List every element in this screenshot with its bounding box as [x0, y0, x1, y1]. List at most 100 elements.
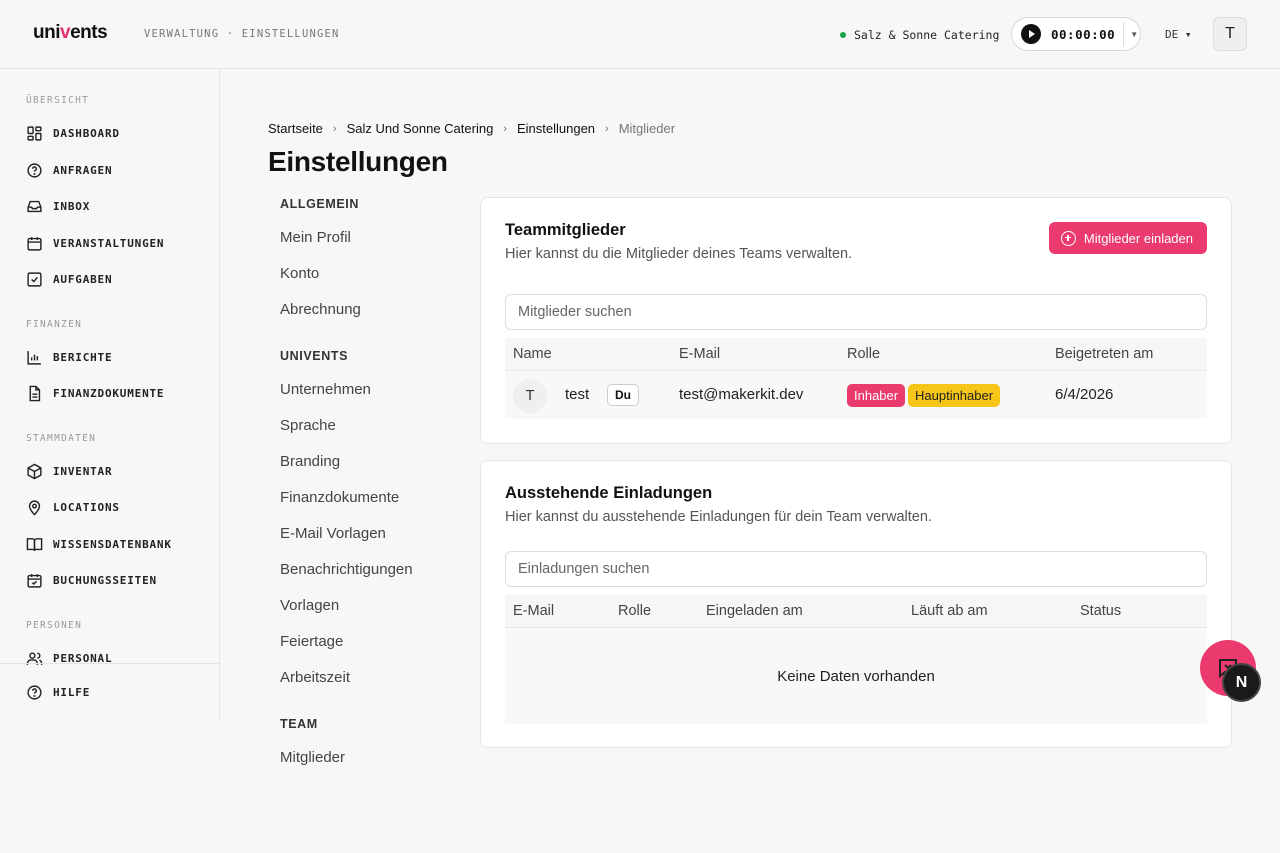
sidebar-section-finance: FINANZEN — [26, 319, 83, 330]
sidebar-item-dashboard[interactable]: DASHBOARD — [26, 122, 120, 144]
sidebar-item-wissensdatenbank[interactable]: WISSENSDATENBANK — [26, 533, 172, 555]
sidebar-item-inventar[interactable]: INVENTAR — [26, 460, 112, 482]
settings-nav-item-templates[interactable]: Vorlagen — [280, 597, 339, 614]
company-name: Salz & Sonne Catering — [854, 28, 1000, 42]
role-badge-owner: Inhaber — [847, 384, 906, 407]
settings-nav-item-email-templates[interactable]: E-Mail Vorlagen — [280, 525, 386, 542]
sidebar-section-people: PERSONEN — [26, 620, 83, 631]
settings-nav-item-notifications[interactable]: Benachrichtigungen — [280, 561, 413, 578]
invitations-card-description: Hier kannst du ausstehende Einladungen f… — [505, 509, 932, 525]
play-icon[interactable] — [1021, 24, 1041, 44]
settings-nav-item-language[interactable]: Sprache — [280, 417, 336, 434]
column-header-name[interactable]: Name — [513, 346, 552, 362]
members-card-title: Teammitglieder — [505, 221, 626, 239]
invite-members-label: Mitglieder einladen — [1083, 230, 1193, 246]
sidebar-item-locations[interactable]: LOCATIONS — [26, 496, 120, 518]
breadcrumb-item[interactable]: Startseite — [268, 121, 323, 136]
top-breadcrumb: VERWALTUNG · EINSTELLUNGEN — [144, 28, 340, 40]
column-header-role[interactable]: Rolle — [847, 346, 880, 362]
sidebar-item-aufgaben[interactable]: AUFGABEN — [26, 268, 112, 290]
sidebar-item-hilfe[interactable]: HILFE — [26, 681, 90, 703]
member-email: test@makerkit.dev — [679, 386, 804, 403]
bar-chart-icon — [27, 350, 41, 365]
breadcrumb-item[interactable]: Einstellungen — [517, 121, 595, 136]
settings-nav-item-finance-docs[interactable]: Finanzdokumente — [280, 489, 399, 506]
sidebar-item-label: ANFRAGEN — [53, 163, 113, 177]
calendar-check-icon — [27, 573, 42, 588]
column-header-invited[interactable]: Eingeladen am — [706, 603, 803, 619]
settings-nav-item-members[interactable]: Mitglieder — [280, 749, 345, 766]
invitations-table: E-Mail Rolle Eingeladen am Läuft ab am S… — [505, 595, 1207, 724]
sidebar-item-label: LOCATIONS — [53, 500, 120, 514]
top-bar: univents VERWALTUNG · EINSTELLUNGEN Salz… — [0, 0, 1280, 69]
page-title: Einstellungen — [268, 146, 448, 177]
sidebar-section-masterdata: STAMMDATEN — [26, 433, 97, 444]
breadcrumb-item[interactable]: Salz Und Sonne Catering — [347, 121, 494, 136]
book-icon — [26, 537, 43, 551]
time-tracker: 00:00:00 ▼ — [1011, 17, 1141, 51]
invitations-search-input[interactable] — [505, 551, 1207, 587]
sidebar-item-veranstaltungen[interactable]: VERANSTALTUNGEN — [26, 232, 164, 254]
sidebar-item-label: FINANZDOKUMENTE — [53, 386, 165, 400]
settings-nav-heading-general: ALLGEMEIN — [280, 197, 360, 211]
settings-nav-item-branding[interactable]: Branding — [280, 453, 340, 470]
help-circle-icon — [27, 162, 42, 178]
sidebar-item-finanzdokumente[interactable]: FINANZDOKUMENTE — [26, 382, 164, 404]
members-table: Name E-Mail Rolle Beigetreten am T test … — [505, 338, 1207, 420]
sidebar-section-overview: ÜBERSICHT — [26, 95, 90, 106]
timer-value: 00:00:00 — [1051, 26, 1116, 42]
sidebar-item-anfragen[interactable]: ANFRAGEN — [26, 159, 112, 181]
next-dev-indicator[interactable]: N — [1222, 663, 1261, 702]
column-header-expires[interactable]: Läuft ab am — [911, 603, 988, 619]
column-header-role[interactable]: Rolle — [618, 603, 651, 619]
members-card: Teammitglieder Hier kannst du die Mitgli… — [480, 197, 1232, 444]
status-dot-icon — [840, 32, 846, 38]
empty-state: Keine Daten vorhanden — [505, 628, 1207, 724]
sidebar-item-inbox[interactable]: INBOX — [26, 195, 90, 217]
table-header: E-Mail Rolle Eingeladen am Läuft ab am S… — [505, 595, 1207, 628]
settings-nav-item-account[interactable]: Konto — [280, 265, 319, 282]
settings-nav-item-billing[interactable]: Abrechnung — [280, 301, 361, 318]
sidebar-item-label: HILFE — [53, 685, 91, 699]
member-joined-date: 6/4/2026 — [1055, 386, 1114, 403]
chevron-right-icon: › — [332, 122, 337, 135]
company-selector[interactable]: Salz & Sonne Catering — [840, 28, 999, 42]
sidebar-item-label: BERICHTE — [53, 350, 113, 364]
sidebar-item-label: AUFGABEN — [53, 272, 113, 286]
chevron-right-icon: › — [605, 122, 609, 135]
column-header-status[interactable]: Status — [1080, 603, 1121, 619]
invitations-card-title: Ausstehende Einladungen — [505, 484, 713, 502]
chevron-right-icon: › — [503, 122, 507, 135]
sidebar-item-label: INVENTAR — [53, 464, 113, 478]
settings-nav-item-working-hours[interactable]: Arbeitszeit — [280, 669, 350, 686]
chevron-down-icon[interactable]: ▼ — [1130, 30, 1138, 39]
sidebar-item-label: BUCHUNGSSEITEN — [53, 573, 157, 587]
settings-nav-item-holidays[interactable]: Feiertage — [280, 633, 343, 650]
logo[interactable]: univents — [33, 22, 108, 44]
column-header-email[interactable]: E-Mail — [513, 603, 554, 619]
column-header-joined[interactable]: Beigetreten am — [1055, 346, 1153, 362]
breadcrumb-current: Mitglieder — [618, 121, 676, 136]
sidebar-item-label: VERANSTALTUNGEN — [53, 236, 165, 250]
sidebar-item-label: DASHBOARD — [53, 126, 120, 140]
table-row[interactable]: T test Du test@makerkit.dev Inhaber Haup… — [505, 371, 1207, 419]
invite-members-button[interactable]: Mitglieder einladen — [1048, 222, 1207, 254]
map-pin-icon — [28, 499, 41, 516]
timer-divider — [1123, 22, 1125, 46]
plus-circle-icon — [1060, 230, 1076, 246]
settings-nav-item-profile[interactable]: Mein Profil — [280, 229, 351, 246]
avatar: T — [513, 379, 547, 413]
member-name: test — [565, 386, 590, 403]
sidebar-item-buchungsseiten[interactable]: BUCHUNGSSEITEN — [26, 569, 157, 591]
settings-nav-item-company[interactable]: Unternehmen — [280, 381, 371, 398]
sidebar-item-personal[interactable]: PERSONAL — [26, 647, 112, 669]
language-selector[interactable]: DE ▾ — [1165, 28, 1192, 41]
sidebar-item-berichte[interactable]: BERICHTE — [26, 346, 112, 368]
sidebar: ÜBERSICHT DASHBOARD ANFRAGEN INBOX VERAN… — [0, 69, 220, 720]
column-header-email[interactable]: E-Mail — [679, 346, 720, 362]
user-avatar[interactable]: T — [1213, 17, 1247, 51]
box-icon — [27, 463, 42, 479]
settings-nav-heading-team: TEAM — [280, 717, 318, 731]
settings-nav-heading-univents: UNIVENTS — [280, 349, 349, 363]
members-search-input[interactable] — [505, 294, 1207, 330]
